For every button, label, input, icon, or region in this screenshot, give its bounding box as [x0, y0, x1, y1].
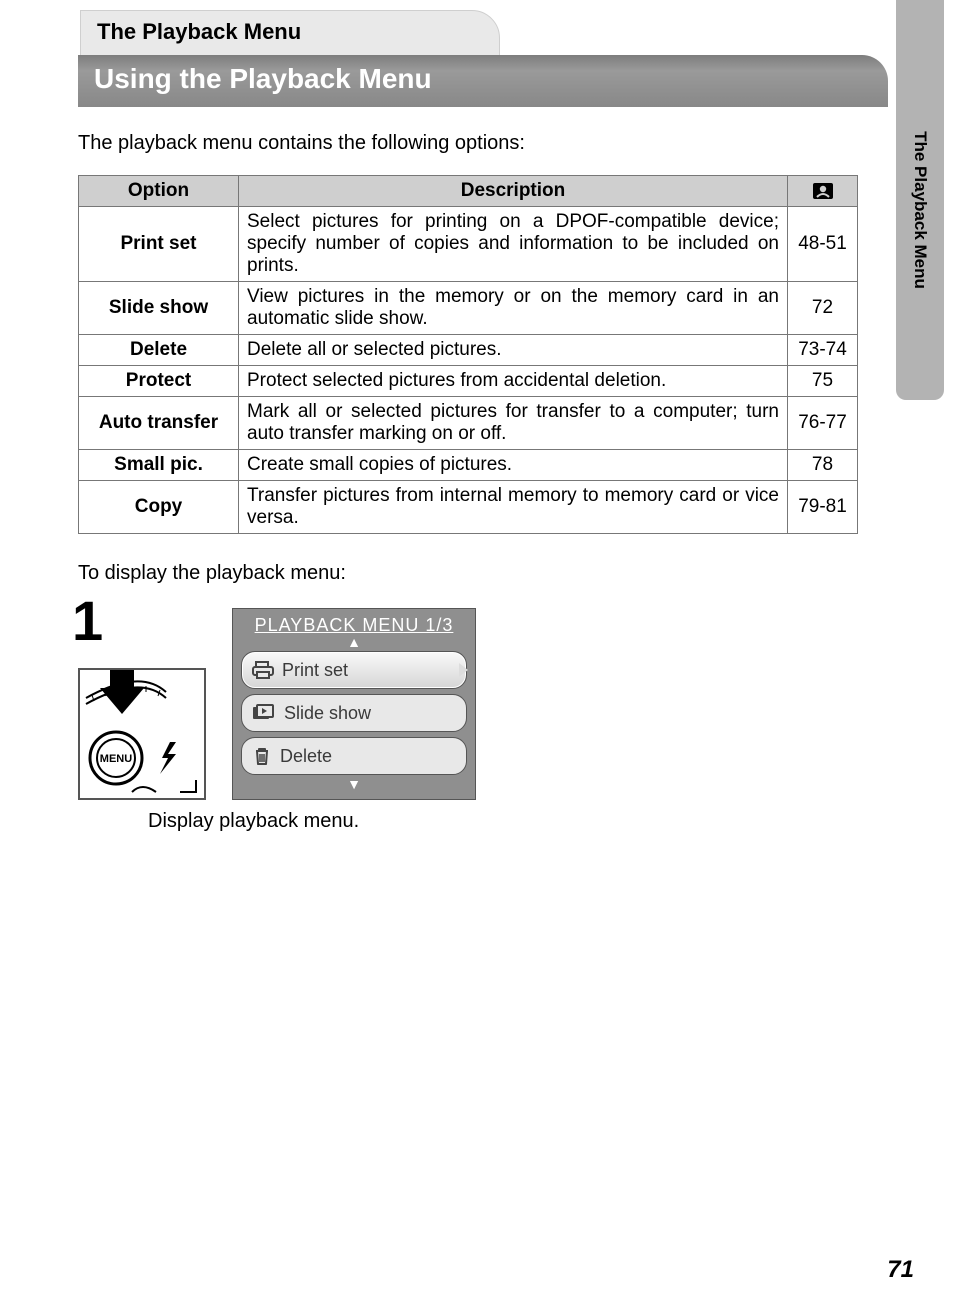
option-name: Delete: [79, 335, 239, 366]
option-desc: Select pictures for printing on a DPOF-c…: [239, 207, 788, 282]
page-number: 71: [887, 1256, 914, 1284]
option-name: Slide show: [79, 282, 239, 335]
camera-menu-button-illustration: MENU: [80, 670, 204, 798]
step-number: 1: [72, 588, 103, 653]
col-option: Option: [79, 176, 239, 207]
table-row: Auto transfer Mark all or selected pictu…: [79, 397, 858, 450]
page-title: Using the Playback Menu: [78, 55, 888, 107]
table-row: Print set Select pictures for printing o…: [79, 207, 858, 282]
table-row: Slide show View pictures in the memory o…: [79, 282, 858, 335]
option-page: 75: [788, 366, 858, 397]
option-name: Copy: [79, 481, 239, 534]
table-row: Copy Transfer pictures from internal mem…: [79, 481, 858, 534]
lcd-title: PLAYBACK MENU 1/3: [239, 615, 469, 636]
camera-diagram: MENU: [78, 668, 206, 800]
col-description: Description: [239, 176, 788, 207]
option-name: Small pic.: [79, 450, 239, 481]
table-row: Delete Delete all or selected pictures. …: [79, 335, 858, 366]
flash-icon: [160, 742, 176, 774]
page-reference-icon: [812, 182, 834, 200]
option-desc: Create small copies of pictures.: [239, 450, 788, 481]
menu-item-print-set: Print set: [241, 651, 467, 689]
trash-icon: [252, 746, 272, 766]
menu-item-label: Print set: [282, 660, 348, 681]
option-page: 78: [788, 450, 858, 481]
section-heading: The Playback Menu: [80, 10, 500, 56]
menu-item-slide-show: Slide show: [241, 694, 467, 732]
option-name: Print set: [79, 207, 239, 282]
option-desc: Protect selected pictures from accidenta…: [239, 366, 788, 397]
option-name: Protect: [79, 366, 239, 397]
side-tab-label: The Playback Menu: [910, 131, 930, 289]
step-caption: Display playback menu.: [148, 810, 359, 833]
option-desc: Delete all or selected pictures.: [239, 335, 788, 366]
menu-item-label: Delete: [280, 746, 332, 767]
print-icon: [252, 660, 274, 680]
lcd-screen: PLAYBACK MENU 1/3 ▲ Print set Slide show: [232, 608, 476, 800]
menu-item-label: Slide show: [284, 703, 371, 724]
option-page: 72: [788, 282, 858, 335]
table-row: Small pic. Create small copies of pictur…: [79, 450, 858, 481]
menu-item-delete: Delete: [241, 737, 467, 775]
col-page-ref: [788, 176, 858, 207]
option-desc: Mark all or selected pictures for transf…: [239, 397, 788, 450]
option-name: Auto transfer: [79, 397, 239, 450]
scroll-up-icon: ▲: [239, 638, 469, 646]
scroll-down-icon: ▼: [239, 780, 469, 788]
slideshow-icon: [252, 704, 276, 722]
option-page: 48-51: [788, 207, 858, 282]
table-row: Protect Protect selected pictures from a…: [79, 366, 858, 397]
option-page: 76-77: [788, 397, 858, 450]
instruction-text: To display the playback menu:: [78, 562, 346, 585]
option-page: 79-81: [788, 481, 858, 534]
menu-button-label: MENU: [100, 753, 132, 765]
option-desc: Transfer pictures from internal memory t…: [239, 481, 788, 534]
side-tab: The Playback Menu: [896, 0, 944, 400]
option-desc: View pictures in the memory or on the me…: [239, 282, 788, 335]
intro-text: The playback menu contains the following…: [78, 132, 525, 155]
option-page: 73-74: [788, 335, 858, 366]
options-table: Option Description Print set Select pict…: [78, 175, 858, 534]
